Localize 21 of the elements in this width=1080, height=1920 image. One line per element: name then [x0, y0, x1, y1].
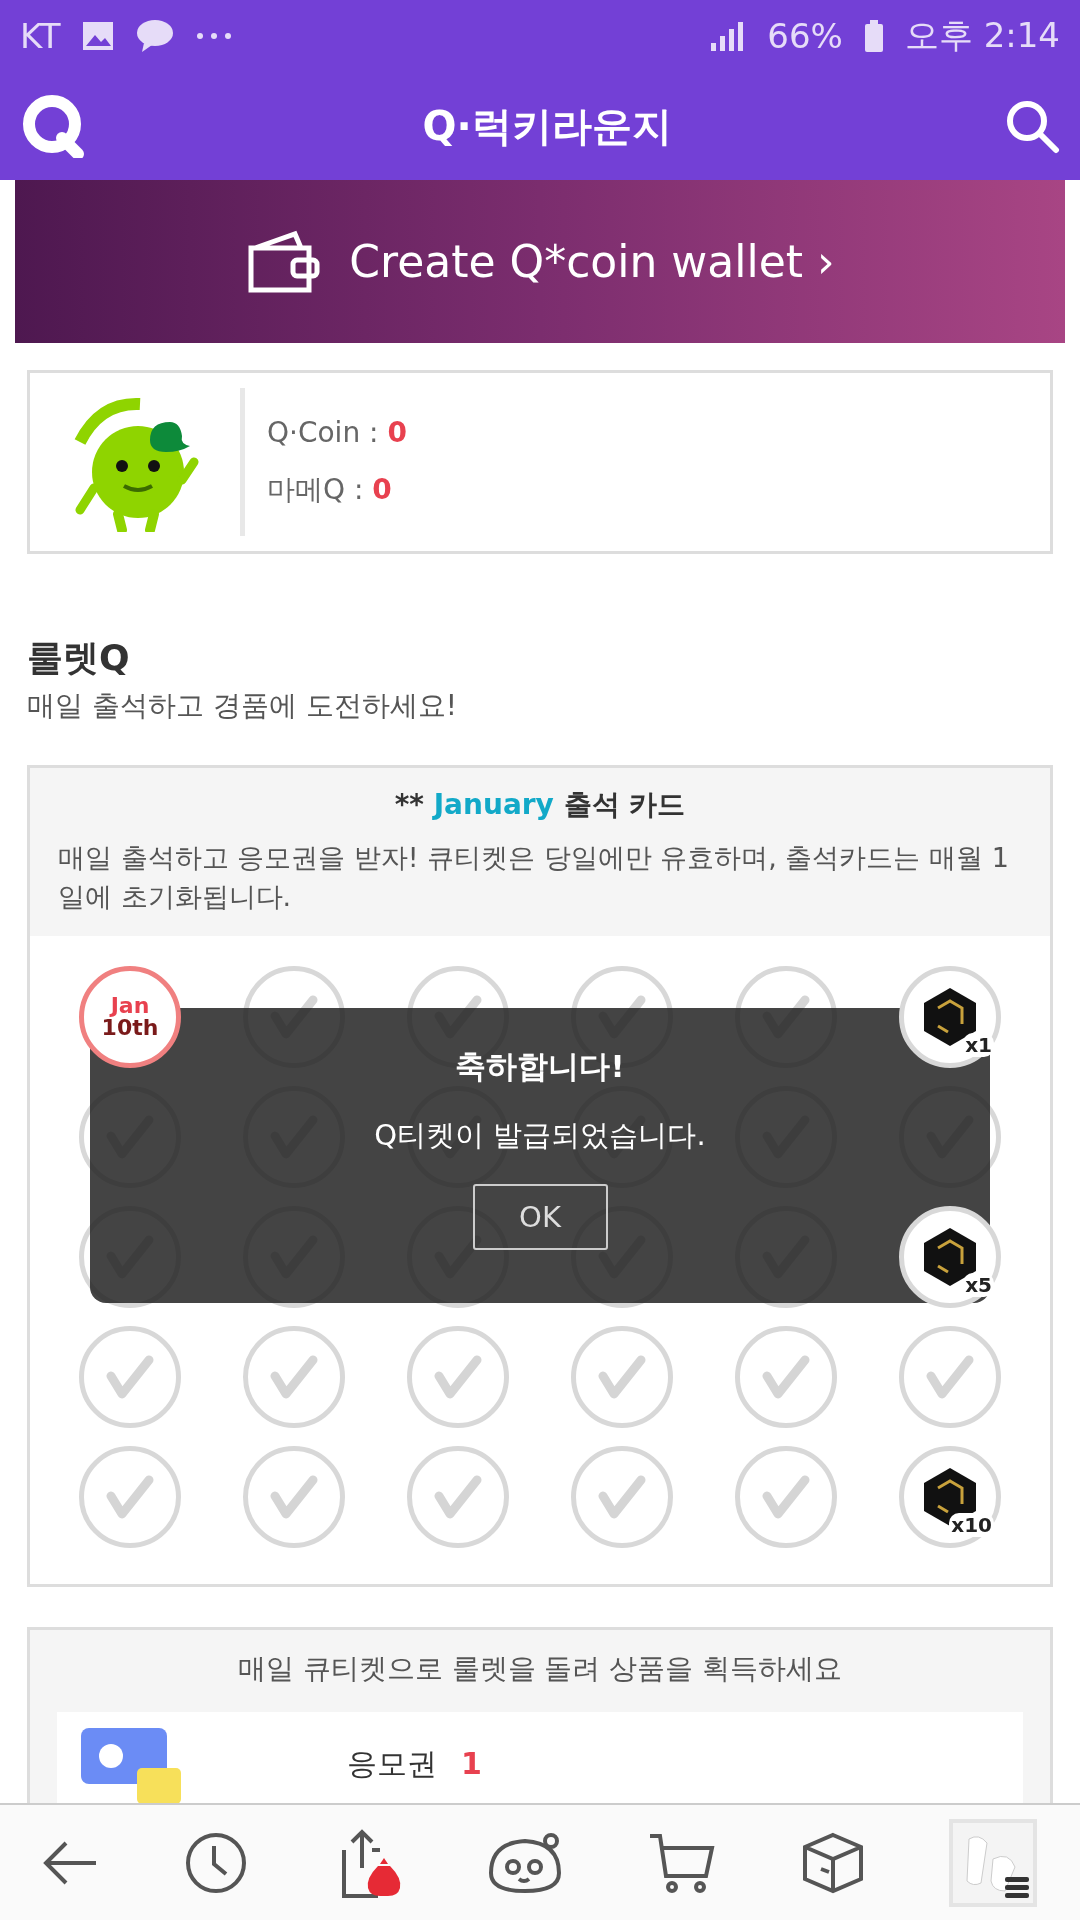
ticket-count: x5 [963, 1273, 994, 1298]
prize-caption: 매일 큐티켓으로 룰렛을 돌려 상품을 획득하세요 [237, 1651, 843, 1688]
section-subtitle: 매일 출석하고 경품에 도전하세요! [27, 688, 458, 724]
section-title: 룰렛Q [27, 636, 131, 680]
battery-level: 66% [767, 16, 843, 56]
dialog-title: 축하합니다! [455, 1047, 625, 1086]
balance-text: 마메Q : 0 [267, 471, 393, 508]
card-description: 매일 출석하고 응모권을 받자! 큐티켓은 당일에만 유효하며, 출석카드는 매월 1일에 초기화됩니다. [58, 841, 1010, 915]
page-title: Q·럭키라운지 [422, 101, 672, 151]
carrier-label: KT [20, 16, 61, 56]
today-stamp: Jan 10th [79, 966, 181, 1069]
banner-text: Create Q*coin wallet › [349, 236, 835, 287]
ticket-count: x10 [949, 1513, 994, 1538]
wallet-banner[interactable]: Create Q*coin wallet › [15, 180, 1065, 343]
card-title: ** January 출석 카드 [393, 787, 687, 823]
ticket-count: x1 [963, 1033, 994, 1058]
dialog-message: Q티켓이 발급되었습니다. [374, 1117, 706, 1154]
ok-button[interactable]: OK [472, 1184, 608, 1250]
balance-text: Q·Coin : 0 [267, 415, 407, 449]
clock-time: 오후 2:14 [904, 14, 1060, 57]
prize-label: 응모권 1 [347, 1745, 482, 1784]
